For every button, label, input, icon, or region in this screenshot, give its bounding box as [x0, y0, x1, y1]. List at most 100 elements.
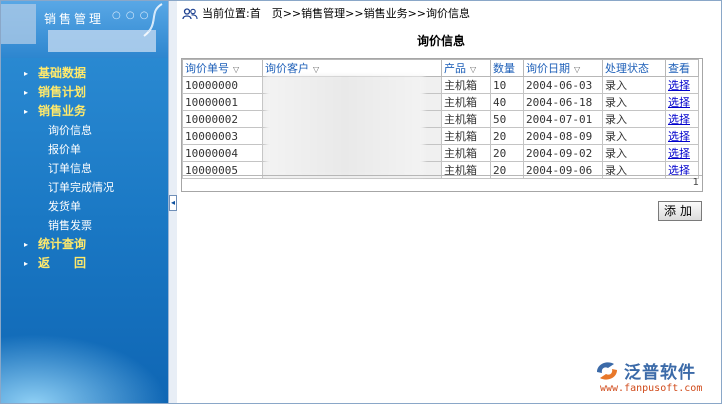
col-header-customer[interactable]: 询价客户 ▽: [262, 59, 442, 77]
menu-item-label: 返 回: [38, 256, 87, 270]
cell-inquiry-no: 10000000: [182, 76, 263, 94]
submenu-item-inquiry[interactable]: 询价信息: [24, 121, 114, 140]
cell-status: 录入: [602, 144, 666, 162]
grid-footer-divider: [182, 175, 702, 176]
cell-view: 选择: [665, 110, 699, 128]
col-header-label: 询价日期: [526, 62, 570, 75]
select-link[interactable]: 选择: [668, 96, 690, 109]
bullet-icon: ▸: [24, 240, 29, 249]
page-title: 询价信息: [416, 34, 465, 48]
cell-qty: 50: [490, 110, 524, 128]
main-content: 当前位置:首 页>>销售管理>>销售业务>>询价信息 询价信息 询价单号 ▽ 询价…: [176, 0, 722, 404]
submenu-item-quotation[interactable]: 报价单: [24, 140, 114, 159]
col-header-product[interactable]: 产品 ▽: [441, 59, 491, 77]
sort-arrow-icon[interactable]: ▽: [470, 65, 476, 74]
sidebar-bottom-decoration: [0, 334, 168, 404]
bullet-icon: ▸: [24, 88, 29, 97]
col-header-qty[interactable]: 数量: [490, 59, 524, 77]
sidebar-header: 销售管理 ○ ○ ○: [0, 0, 168, 58]
cell-inquiry-no: 10000002: [182, 110, 263, 128]
cell-product: 主机箱: [441, 76, 491, 94]
sort-arrow-icon[interactable]: ▽: [233, 65, 239, 74]
cell-qty: 40: [490, 93, 524, 111]
cell-status: 录入: [602, 127, 666, 145]
bullet-icon: ▸: [24, 107, 29, 116]
cell-product: 主机箱: [441, 127, 491, 145]
cell-inquiry-no: 10000004: [182, 144, 263, 162]
menu-item-sales-business[interactable]: ▸ 销售业务: [24, 102, 114, 121]
cell-product: 主机箱: [441, 93, 491, 111]
cell-qty: 20: [490, 144, 524, 162]
col-header-label: 询价单号: [185, 62, 229, 75]
cell-view: 选择: [665, 127, 699, 145]
select-link[interactable]: 选择: [668, 147, 690, 160]
col-header-label: 数量: [493, 62, 515, 75]
sidebar-title: 销售管理: [44, 12, 105, 26]
fanpu-logo-icon: [597, 362, 617, 380]
menu-item-label: 销售计划: [38, 85, 87, 99]
cell-status: 录入: [602, 110, 666, 128]
table-header-row: 询价单号 ▽ 询价客户 ▽ 产品 ▽ 数量 询价日期 ▽ 处理状态 查看: [182, 59, 699, 77]
submenu-item-sales-invoice[interactable]: 销售发票: [24, 216, 114, 235]
cell-product: 主机箱: [441, 110, 491, 128]
bullet-icon: ▸: [24, 259, 29, 268]
cell-qty: 20: [490, 127, 524, 145]
col-header-status[interactable]: 处理状态: [602, 59, 666, 77]
cell-qty: 10: [490, 76, 524, 94]
bullet-icon: ▸: [24, 69, 29, 78]
sidebar: 销售管理 ○ ○ ○ ▸ 基础数据 ▸ 销售计划 ▸ 销售业务 询价信息 报价单 订单…: [0, 0, 168, 404]
menu-item-label: 基础数据: [38, 66, 87, 80]
users-icon: [182, 8, 198, 20]
col-header-view: 查看: [665, 59, 699, 77]
cell-status: 录入: [602, 76, 666, 94]
menu-item-statistics[interactable]: ▸ 统计查询: [24, 235, 114, 254]
table-row: 10000002 主机箱 50 2004-07-01 录入 选择: [182, 110, 699, 128]
col-header-label: 产品: [444, 62, 466, 75]
menu-item-label: 销售业务: [38, 104, 87, 118]
breadcrumb: 当前位置:首 页>>销售管理>>销售业务>>询价信息: [182, 6, 470, 22]
swirl-decoration-icon: [143, 3, 163, 37]
sort-arrow-icon[interactable]: ▽: [313, 65, 319, 74]
breadcrumb-text: 当前位置:首 页>>销售管理>>销售业务>>询价信息: [202, 7, 471, 20]
sidebar-menu: ▸ 基础数据 ▸ 销售计划 ▸ 销售业务 询价信息 报价单 订单信息 订单完成情况 发…: [24, 64, 114, 273]
table-row: 10000001 主机箱 40 2004-06-18 录入 选择: [182, 93, 699, 111]
cell-date: 2004-07-01: [523, 110, 603, 128]
table-row: 10000003 主机箱 20 2004-08-09 录入 选择: [182, 127, 699, 145]
menu-item-return[interactable]: ▸ 返 回: [24, 254, 114, 273]
cell-inquiry-no: 10000001: [182, 93, 263, 111]
col-header-label: 询价客户: [265, 62, 309, 75]
logo-brand-text: 泛普软件: [624, 363, 696, 383]
sort-arrow-icon[interactable]: ▽: [574, 65, 580, 74]
cell-date: 2004-08-09: [523, 127, 603, 145]
cell-product: 主机箱: [441, 144, 491, 162]
cell-view: 选择: [665, 144, 699, 162]
company-logo: 泛普软件 www.fanpusoft.com: [594, 356, 720, 400]
menu-item-sales-plan[interactable]: ▸ 销售计划: [24, 83, 114, 102]
inquiry-grid: 询价单号 ▽ 询价客户 ▽ 产品 ▽ 数量 询价日期 ▽ 处理状态 查看 1000000…: [182, 59, 699, 179]
page-number[interactable]: 1: [693, 177, 699, 188]
cell-date: 2004-06-03: [523, 76, 603, 94]
add-button[interactable]: 添加: [658, 201, 702, 221]
col-header-label: 查看: [668, 62, 690, 75]
sidebar-header-blurred-image: [0, 4, 36, 44]
submenu-item-order-info[interactable]: 订单信息: [24, 159, 114, 178]
inquiry-table: 询价单号 ▽ 询价客户 ▽ 产品 ▽ 数量 询价日期 ▽ 处理状态 查看 1000000…: [181, 58, 703, 192]
select-link[interactable]: 选择: [668, 79, 690, 92]
table-row: 10000004 主机箱 20 2004-09-02 录入 选择: [182, 144, 699, 162]
cell-view: 选择: [665, 76, 699, 94]
select-link[interactable]: 选择: [668, 113, 690, 126]
menu-item-label: 统计查询: [38, 237, 87, 251]
logo-url-text: www.fanpusoft.com: [600, 383, 703, 394]
cell-view: 选择: [665, 93, 699, 111]
col-header-date[interactable]: 询价日期 ▽: [523, 59, 603, 77]
submenu-item-order-completion[interactable]: 订单完成情况: [24, 178, 114, 197]
select-link[interactable]: 选择: [668, 130, 690, 143]
col-header-inquiry-no[interactable]: 询价单号 ▽: [182, 59, 263, 77]
cell-status: 录入: [602, 93, 666, 111]
submenu-item-shipping[interactable]: 发货单: [24, 197, 114, 216]
col-header-label: 处理状态: [605, 62, 649, 75]
cell-date: 2004-09-02: [523, 144, 603, 162]
menu-item-basic-data[interactable]: ▸ 基础数据: [24, 64, 114, 83]
redacted-customer-area: [266, 76, 424, 176]
cell-date: 2004-06-18: [523, 93, 603, 111]
